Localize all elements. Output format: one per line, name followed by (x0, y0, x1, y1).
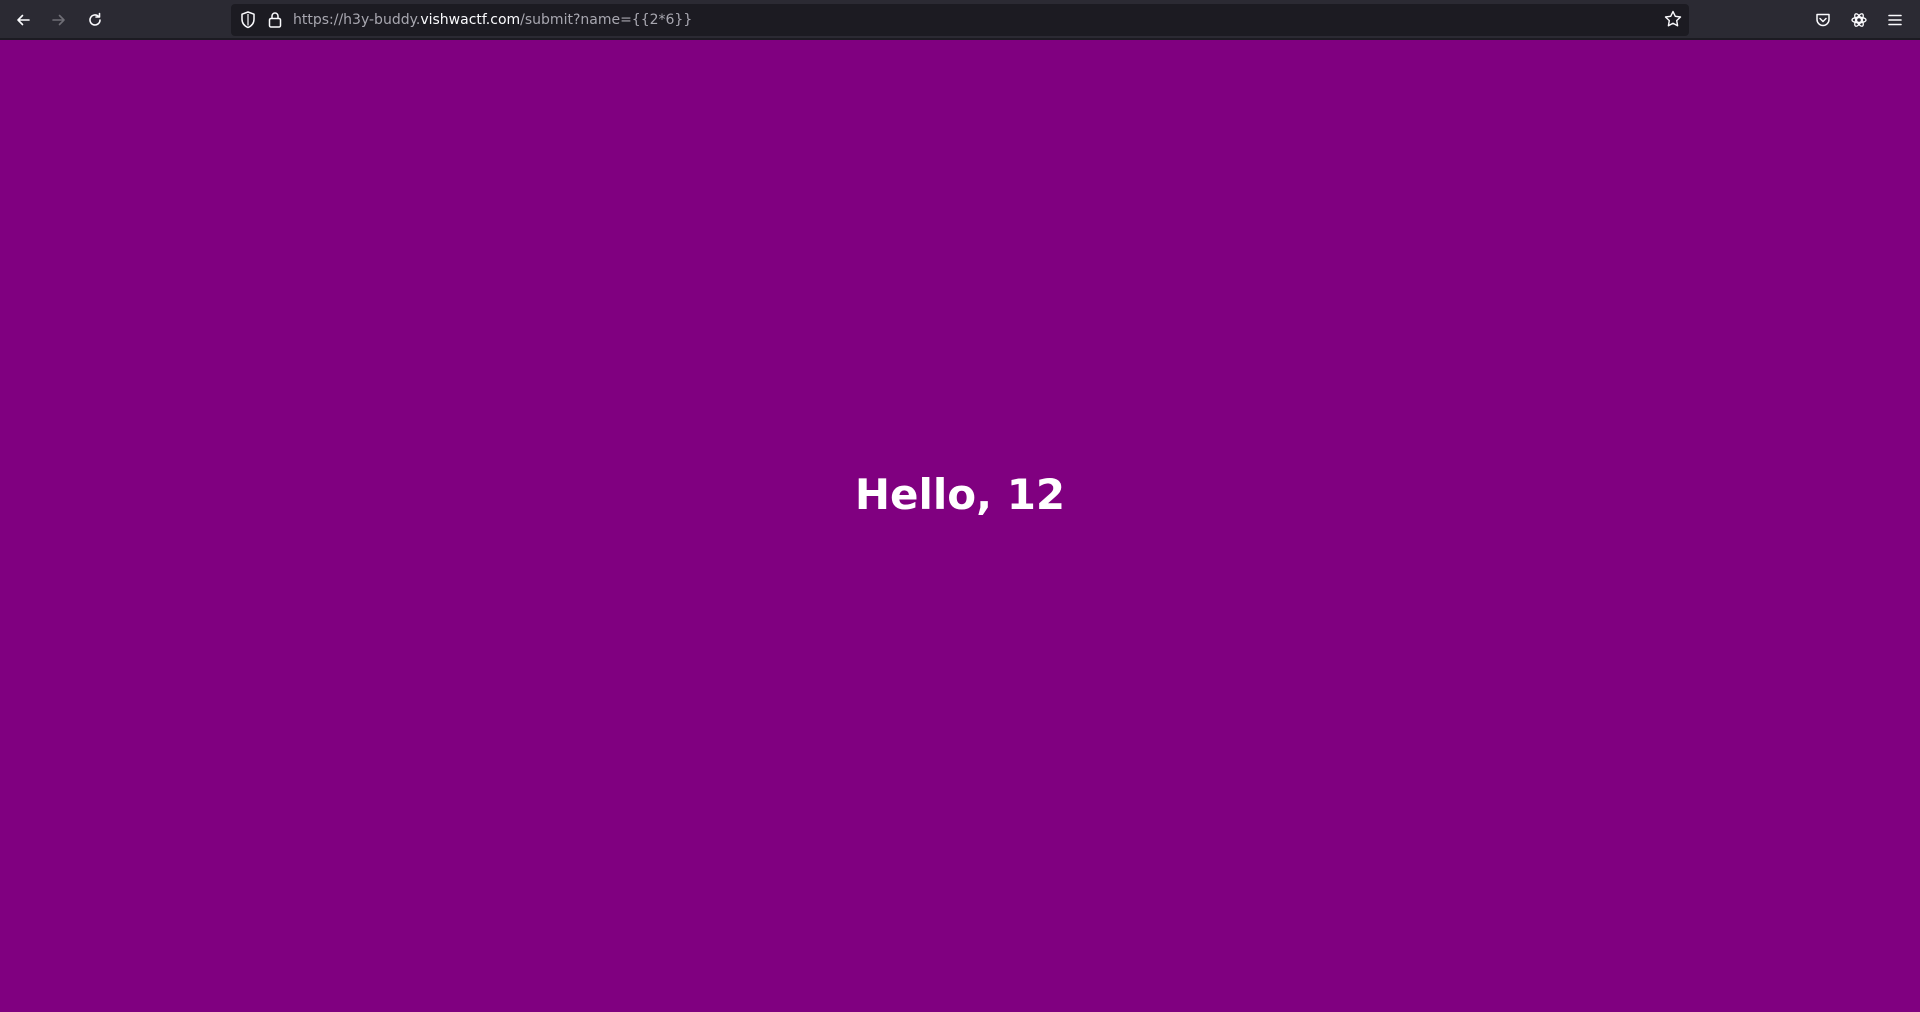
lock-icon[interactable] (267, 11, 283, 33)
address-bar[interactable]: https://h3y-buddy.vishwactf.com/submit?n… (231, 4, 1689, 36)
reload-icon (89, 12, 101, 26)
hamburger-menu-icon (1888, 14, 1902, 26)
greeting-heading: Hello, 12 (854, 470, 1066, 519)
forward-button[interactable] (42, 6, 76, 34)
extension-button[interactable] (1844, 6, 1874, 34)
menu-button[interactable] (1880, 6, 1910, 34)
forward-arrow-icon (52, 14, 65, 26)
back-arrow-icon (17, 14, 30, 26)
back-button[interactable] (6, 6, 40, 34)
reload-button[interactable] (78, 6, 112, 34)
url-path: /submit?name={{2*6}} (520, 12, 693, 28)
pocket-button[interactable] (1808, 6, 1838, 34)
url-host: vishwactf.com (420, 12, 521, 28)
url-text[interactable]: https://h3y-buddy.vishwactf.com/submit?n… (293, 11, 692, 29)
url-scheme: https://h3y-buddy. (293, 12, 421, 28)
extension-gear-icon (1851, 13, 1867, 27)
tracking-protection-shield-icon[interactable] (239, 10, 257, 34)
page-content: Hello, 12 (0, 40, 1920, 1012)
pocket-icon (1816, 13, 1830, 27)
browser-toolbar: https://h3y-buddy.vishwactf.com/submit?n… (0, 0, 1920, 40)
star-icon[interactable] (1663, 9, 1683, 33)
